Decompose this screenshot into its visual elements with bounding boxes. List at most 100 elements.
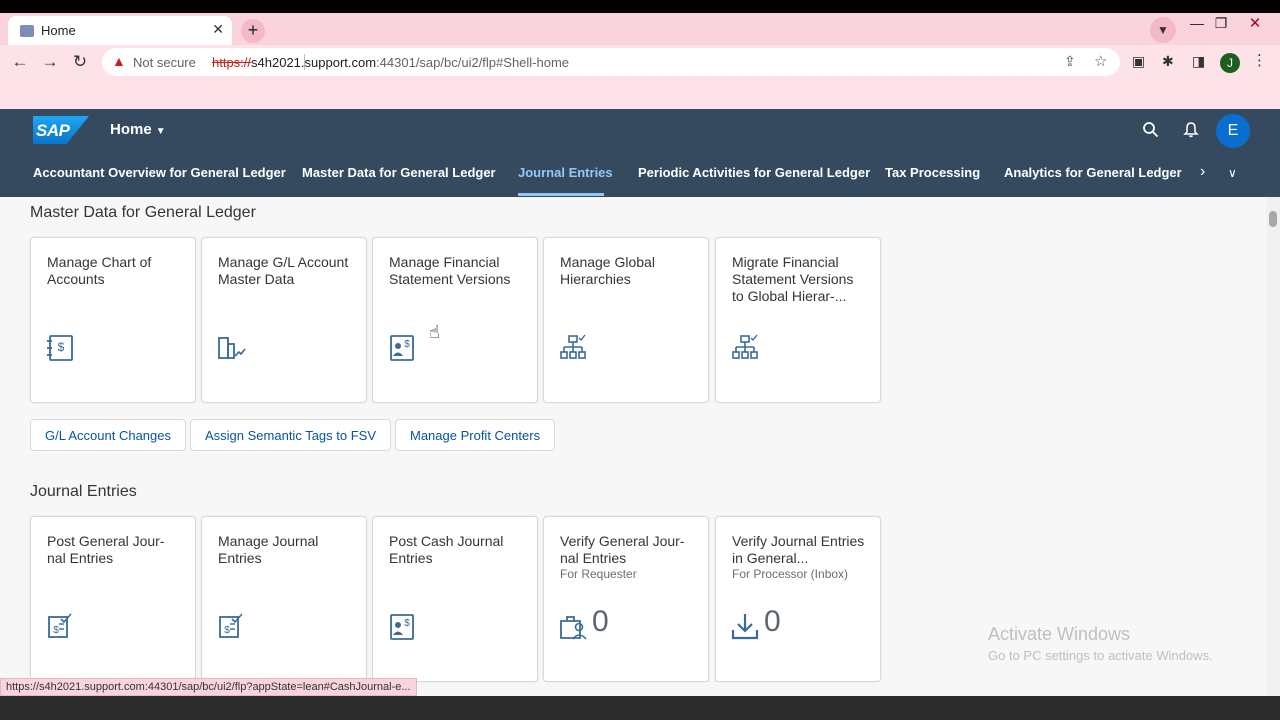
tile-manage-global-hierarchies[interactable]: Manage Global Hierarchies	[543, 237, 709, 403]
tile-subtitle: For Processor (Inbox)	[732, 567, 849, 581]
forward-arrow-icon[interactable]: →	[38, 52, 62, 72]
browser-menu-icon[interactable]: ⋮	[1252, 51, 1267, 69]
journal-post-icon: $	[216, 611, 246, 641]
link-tile-label: Manage Profit Centers	[410, 428, 541, 443]
tile-title: Post Cash Journal Entries	[389, 533, 504, 566]
notifications-bell-icon[interactable]	[1183, 121, 1199, 138]
link-tile-label: G/L Account Changes	[45, 428, 171, 443]
url-text[interactable]: https://s4h2021.support.com:44301/sap/bc…	[212, 55, 569, 70]
anchor-item-analytics[interactable]: Analytics for General Ledger	[1004, 165, 1182, 180]
journal-post-icon: $	[45, 611, 75, 641]
tile-title: Manage Journal Entries	[218, 533, 319, 566]
side-panel-icon[interactable]: ◨	[1192, 53, 1205, 70]
tile-manage-chart-of-accounts[interactable]: Manage Chart of Accounts $	[30, 237, 196, 403]
restore-icon[interactable]: ❐	[1206, 15, 1236, 32]
new-tab-button[interactable]: +	[241, 19, 265, 43]
browser-tabstrip: Home ✕ + ▼ — ❐ ✕	[0, 13, 1280, 45]
url-protocol: https://	[212, 55, 252, 70]
financial-statement-icon: $	[387, 332, 417, 362]
sap-favicon-icon	[20, 25, 34, 37]
tile-count: 0	[592, 605, 609, 638]
home-menu-button[interactable]: Home ▼	[110, 121, 166, 138]
sap-logo-text: SAP	[36, 121, 70, 140]
tile-title: Manage G/L Account Master Data	[218, 254, 349, 287]
ledger-dollar-icon: $	[45, 332, 75, 362]
tile-manage-financial-statement-versions[interactable]: Manage Financial Statement Versions $	[372, 237, 538, 403]
address-bar[interactable]: ▲ Not secure https://s4h2021.support.com…	[102, 48, 1120, 76]
warning-icon: ▲	[112, 53, 126, 69]
activate-windows-title: Activate Windows	[988, 624, 1131, 644]
screen-top-edge	[0, 0, 1280, 13]
mouse-cursor-icon: ☝	[429, 322, 440, 342]
bookmark-star-icon[interactable]: ☆	[1094, 52, 1107, 70]
link-tile-assign-semantic-tags[interactable]: Assign Semantic Tags to FSV	[190, 419, 392, 451]
activate-windows-subtitle: Go to PC settings to activate Windows.	[988, 648, 1213, 663]
scrollbar-thumb[interactable]	[1269, 211, 1277, 227]
link-status-url: https://s4h2021.support.com:44301/sap/bc…	[0, 678, 417, 696]
anchor-item-accountant-overview[interactable]: Accountant Overview for General Ledger	[33, 165, 286, 180]
url-host: s4h2021.support.com	[251, 55, 377, 70]
tile-title: Manage Financial Statement Versions	[389, 254, 511, 287]
tile-migrate-financial-statement-versions[interactable]: Migrate Financial Statement Versions to …	[715, 237, 881, 403]
back-arrow-icon[interactable]: ←	[8, 52, 32, 72]
tab-search-chevron-icon[interactable]: ▼	[1150, 17, 1176, 43]
tile-title: Migrate Financial Statement Versions to …	[732, 254, 854, 304]
home-label: Home	[110, 121, 152, 138]
tile-title: Verify General Jour-nal Entries	[560, 533, 685, 566]
active-anchor-indicator	[518, 193, 604, 196]
page-scrollbar[interactable]	[1266, 197, 1280, 720]
hierarchy-icon	[730, 332, 760, 362]
inbox-download-icon	[730, 611, 760, 641]
anchor-scroll-right-icon[interactable]: ›	[1200, 163, 1205, 181]
browser-tab-home[interactable]: Home ✕	[8, 16, 232, 45]
url-path: :44301/sap/bc/ui2/flp#Shell-home	[376, 55, 570, 70]
tile-count: 0	[764, 605, 781, 638]
tile-subtitle: For Requester	[560, 567, 637, 581]
svg-text:$: $	[404, 618, 410, 629]
search-icon[interactable]	[1142, 121, 1159, 138]
sap-shell-bar: SAP Home ▼ E Accountant Overview for Gene…	[0, 109, 1280, 197]
sap-logo[interactable]: SAP	[33, 116, 89, 144]
anchor-item-periodic-activities[interactable]: Periodic Activities for General Ledger	[638, 165, 870, 180]
security-status[interactable]: Not secure	[133, 55, 196, 70]
link-tile-label: Assign Semantic Tags to FSV	[205, 428, 377, 443]
extension-shield-icon[interactable]: ▣	[1132, 53, 1145, 70]
requester-icon	[558, 611, 588, 641]
tile-verify-journal-entries-in-general[interactable]: Verify Journal Entries in General... For…	[715, 516, 881, 682]
financial-statement-icon: $	[387, 611, 417, 641]
svg-text:$: $	[53, 625, 59, 636]
link-tile-manage-profit-centers[interactable]: Manage Profit Centers	[395, 419, 556, 451]
share-icon[interactable]: ⇪	[1064, 53, 1076, 70]
hierarchy-icon	[558, 332, 588, 362]
browser-toolbar: ← → ↻ ▲ Not secure https://s4h2021.suppo…	[0, 45, 1280, 109]
tile-verify-general-journal-entries[interactable]: Verify General Jour-nal Entries For Requ…	[543, 516, 709, 682]
os-taskbar	[0, 696, 1280, 720]
tile-post-general-journal-entries[interactable]: Post General Jour-nal Entries $	[30, 516, 196, 682]
anchor-item-tax-processing[interactable]: Tax Processing	[885, 165, 980, 180]
anchor-item-master-data[interactable]: Master Data for General Ledger	[302, 165, 496, 180]
tile-title: Manage Global Hierarchies	[560, 254, 655, 287]
tile-manage-gl-account-master-data[interactable]: Manage G/L Account Master Data	[201, 237, 367, 403]
svg-text:$: $	[224, 625, 230, 636]
anchor-navigation-bar: Accountant Overview for General Ledger M…	[0, 153, 1280, 197]
user-avatar[interactable]: E	[1216, 114, 1250, 148]
tile-post-cash-journal-entries[interactable]: Post Cash Journal Entries $	[372, 516, 538, 682]
tab-title: Home	[41, 23, 76, 38]
tile-title: Post General Jour-nal Entries	[47, 533, 165, 566]
window-close-icon[interactable]: ✕	[1240, 14, 1270, 32]
tab-close-icon[interactable]: ✕	[212, 21, 224, 38]
anchor-overflow-chevron-icon[interactable]: ∨	[1228, 166, 1237, 180]
link-tile-gl-account-changes[interactable]: G/L Account Changes	[30, 419, 186, 451]
section-title-master-data: Master Data for General Ledger	[30, 204, 256, 221]
caret-down-icon: ▼	[155, 126, 166, 137]
extensions-puzzle-icon[interactable]: ✱	[1162, 53, 1174, 70]
svg-text:$: $	[404, 339, 410, 350]
reload-icon[interactable]: ↻	[68, 52, 92, 72]
browser-profile-avatar[interactable]: J	[1220, 53, 1240, 73]
tile-title: Verify Journal Entries in General...	[732, 533, 865, 566]
tile-manage-journal-entries[interactable]: Manage Journal Entries $	[201, 516, 367, 682]
svg-text:$: $	[58, 340, 65, 354]
account-master-icon	[216, 332, 246, 362]
anchor-item-journal-entries[interactable]: Journal Entries	[518, 165, 613, 180]
section-title-journal-entries: Journal Entries	[30, 483, 137, 500]
